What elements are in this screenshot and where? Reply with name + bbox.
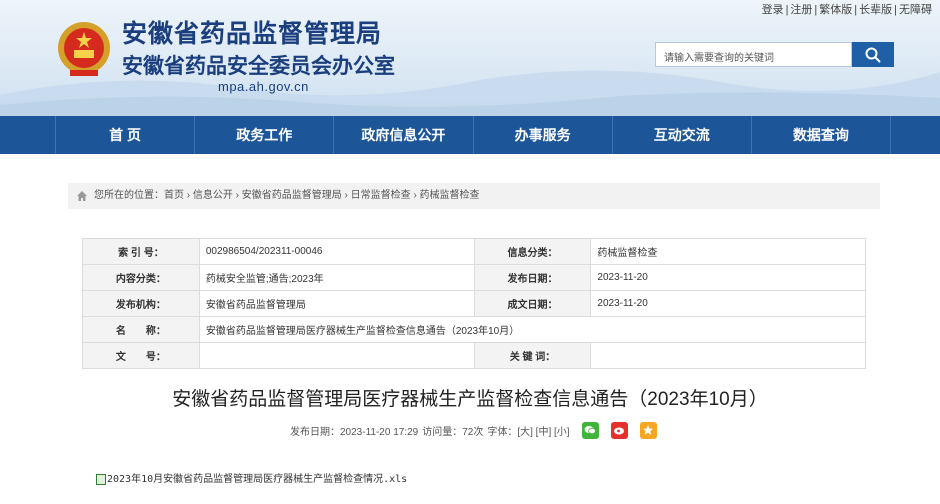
nav-home[interactable]: 首 页 — [55, 116, 196, 154]
doc-value — [198, 342, 475, 369]
nav-data-query[interactable]: 数据查询 — [752, 116, 892, 154]
name-value: 安徽省药品监督管理局医疗器械生产监督检查信息通告（2023年10月） — [198, 316, 867, 343]
view-count: 访问量：72次 — [422, 426, 484, 438]
name-label: 名 称： — [82, 316, 200, 343]
category-value: 药械监督检查 — [590, 238, 866, 265]
attachment-name[interactable]: 2023年10月安徽省药品监督管理局医疗器械生产监督检查情况.xls — [107, 474, 407, 485]
site-header: 登录 | 注册 | 繁体版 | 长辈版 | 无障碍 安徽省药品监督管理局 安徽省药品安全委员会办… — [0, 0, 940, 116]
site-subtitle: 安徽省药品安全委员会办公室 — [122, 55, 395, 78]
org-value: 安徽省药品监督管理局 — [198, 290, 475, 317]
nav-interaction[interactable]: 互动交流 — [613, 116, 752, 154]
made-value: 2023-11-20 — [590, 290, 866, 317]
org-label: 发布机构： — [82, 290, 200, 317]
made-label: 成文日期： — [473, 290, 592, 317]
register-link[interactable]: 注册 — [788, 4, 814, 16]
search-icon — [865, 47, 881, 63]
wechat-share-icon[interactable] — [581, 421, 599, 439]
breadcrumb-text[interactable]: 您所在的位置：首页 › 信息公开 › 安徽省药品监督管理局 › 日常监督检查 ›… — [94, 190, 480, 201]
category-label: 信息分类： — [473, 238, 592, 265]
accessibility-link[interactable]: 无障碍 — [897, 4, 934, 16]
index-label: 索 引 号： — [82, 238, 200, 265]
breadcrumb: 您所在的位置：首页 › 信息公开 › 安徽省药品监督管理局 › 日常监督检查 ›… — [68, 183, 880, 209]
info-table: 索 引 号： 002986504/202311-00046 信息分类： 药械监督… — [82, 238, 867, 369]
content-value: 药械安全监管;通告;2023年 — [198, 264, 475, 291]
nav-services[interactable]: 办事服务 — [474, 116, 613, 154]
traditional-link[interactable]: 繁体版 — [817, 4, 854, 16]
login-link[interactable]: 登录 — [760, 4, 786, 16]
main-nav: 首 页 政务工作 政府信息公开 办事服务 互动交流 数据查询 — [0, 116, 940, 154]
font-size-switch[interactable]: 字体：[大] [中] [小] — [487, 423, 569, 438]
home-icon — [77, 191, 87, 201]
site-title: 安徽省药品监督管理局 — [122, 20, 383, 48]
weibo-share-icon[interactable] — [610, 421, 628, 439]
nav-info-disclosure[interactable]: 政府信息公开 — [334, 116, 474, 154]
nav-government-work[interactable]: 政务工作 — [195, 116, 335, 154]
national-emblem-icon — [58, 22, 110, 76]
keyword-value — [590, 342, 866, 369]
excel-file-icon — [96, 473, 106, 485]
content-label: 内容分类： — [82, 264, 200, 291]
index-value: 002986504/202311-00046 — [198, 238, 475, 265]
publish-date: 发布日期：2023-11-20 17:29 — [290, 426, 419, 438]
keyword-label: 关 键 词： — [473, 342, 592, 369]
attachment-link[interactable]: 2023年10月安徽省药品监督管理局医疗器械生产监督检查情况.xls — [96, 470, 407, 485]
doc-label: 文 号： — [82, 342, 200, 369]
article-title: 安徽省药品监督管理局医疗器械生产监督检查信息通告（2023年10月） — [172, 389, 768, 410]
site-domain: mpa.ah.gov.cn — [218, 79, 309, 94]
search-button[interactable] — [852, 42, 894, 67]
date-label: 发布日期： — [473, 264, 592, 291]
favorite-star-icon[interactable] — [639, 421, 657, 439]
top-links: 登录 | 注册 | 繁体版 | 长辈版 | 无障碍 — [760, 4, 934, 16]
article-meta: 发布日期：2023-11-20 17:29 访问量：72次 字体：[大] [中]… — [290, 421, 661, 439]
elder-link[interactable]: 长辈版 — [857, 4, 894, 16]
search-input[interactable]: 请输入需要查询的关键词 — [655, 42, 852, 67]
date-value: 2023-11-20 — [590, 264, 866, 291]
